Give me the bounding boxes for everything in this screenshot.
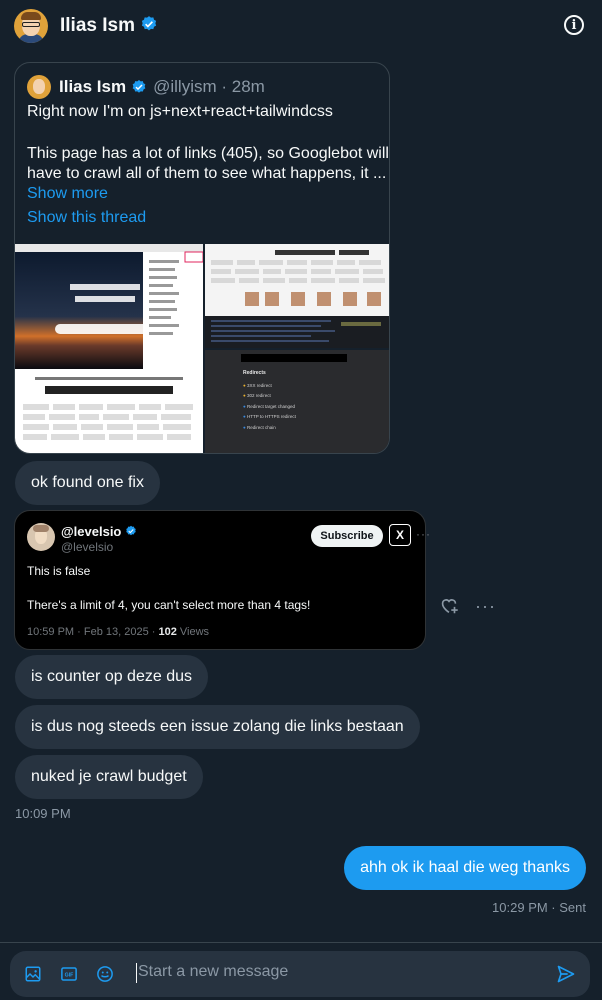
show-more-link[interactable]: Show more — [27, 185, 108, 203]
emoji-icon[interactable] — [96, 965, 114, 983]
x-logo-icon[interactable]: X — [389, 524, 411, 546]
message-bubble[interactable]: is counter op deze dus — [15, 655, 208, 699]
show-thread-link[interactable]: Show this thread — [27, 209, 146, 227]
send-icon[interactable] — [556, 964, 576, 984]
conversation-header: Ilias Ism i — [0, 0, 602, 52]
composer-bar: GIF Start a new message — [0, 942, 602, 1000]
shared-tweet-author: Ilias Ism — [59, 77, 127, 96]
image-icon[interactable] — [24, 965, 42, 983]
sent-message-bubble[interactable]: ahh ok ik haal die weg thanks — [344, 846, 586, 890]
avatar[interactable] — [14, 9, 48, 43]
shared-tweet-line3: have to crawl all of them to see what ha… — [27, 165, 387, 182]
add-reaction-icon[interactable] — [438, 594, 460, 616]
redirect-item-5: ● Redirect chain — [243, 425, 276, 430]
info-icon[interactable]: i — [564, 15, 584, 35]
svg-text:GIF: GIF — [65, 973, 75, 979]
redirect-item-2: ● 302 redirect — [243, 393, 271, 398]
sent-message-timestamp: 10:29 PM · Sent — [492, 900, 586, 915]
gif-icon[interactable]: GIF — [60, 965, 78, 983]
website-screenshot-image — [15, 244, 203, 453]
shared-tweet-line2: This page has a lot of links (405), so G… — [27, 145, 389, 162]
verified-badge-icon — [141, 16, 157, 31]
redirects-title: Redirects — [243, 370, 266, 376]
website-grid-screenshot-image — [205, 244, 389, 348]
tweet-media-image-1[interactable] — [15, 244, 203, 453]
message-bubble[interactable]: ok found one fix — [15, 461, 160, 505]
shared-post-text-2: There's a limit of 4, you can't select m… — [27, 598, 311, 612]
message-bubble[interactable]: nuked je crawl budget — [15, 755, 203, 799]
redirects-panel: Redirects ● 3XX redirect ● 302 redirect … — [205, 350, 389, 453]
conversation-name-text: Ilias Ism — [60, 15, 135, 36]
redirect-item-1: ● 3XX redirect — [243, 383, 272, 388]
verified-badge-icon — [126, 525, 136, 536]
shared-post-text-1: This is false — [27, 564, 91, 578]
message-timestamp: 10:09 PM — [15, 806, 71, 821]
shared-post-meta: 10:59 PM · Feb 13, 2025 · 102 Views — [27, 626, 210, 638]
shared-post-avatar — [27, 523, 55, 551]
composer: GIF Start a new message — [10, 951, 590, 997]
shared-tweet-header: Ilias Ism @illyism · 28m — [27, 75, 265, 99]
text-caret — [136, 963, 137, 983]
redirect-item-4: ● HTTP to HTTPS redirect — [243, 414, 296, 419]
shared-post-card[interactable]: @levelsio @levelsio Subscribe X ··· This… — [14, 510, 430, 650]
redirect-item-3: ● Redirect target changed — [243, 404, 296, 409]
tweet-media-image-3[interactable]: Redirects ● 3XX redirect ● 302 redirect … — [205, 350, 389, 453]
shared-tweet-handle: @illyism · 28m — [153, 77, 265, 96]
message-input[interactable]: Start a new message — [138, 963, 288, 981]
message-bubble[interactable]: is dus nog steeds een issue zolang die l… — [15, 705, 420, 749]
tweet-media-image-2[interactable] — [205, 244, 389, 348]
shared-tweet-line1: Right now I'm on js+next+react+tailwindc… — [27, 103, 333, 120]
shared-tweet-avatar — [27, 75, 51, 99]
subscribe-button[interactable]: Subscribe — [311, 525, 383, 547]
verified-badge-icon — [132, 80, 146, 93]
redacted-bar — [241, 354, 347, 362]
shared-post-handle: @levelsio — [61, 540, 114, 554]
shared-post-more-icon[interactable]: ··· — [416, 527, 431, 541]
message-more-icon[interactable]: ··· — [475, 596, 496, 617]
shared-post-author: @levelsio — [61, 524, 137, 539]
shared-tweet-card[interactable]: Ilias Ism @illyism · 28m Right now I'm o… — [14, 62, 390, 454]
conversation-name[interactable]: Ilias Ism — [60, 15, 158, 37]
